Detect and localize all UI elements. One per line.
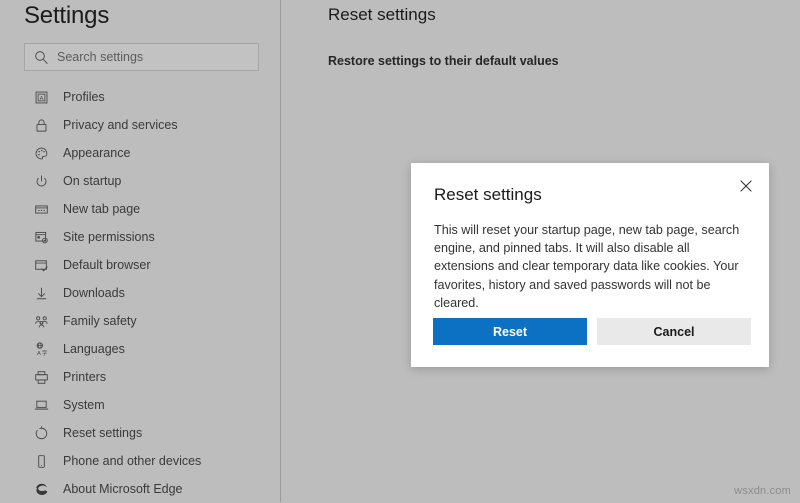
search-placeholder-text: Search settings — [57, 49, 144, 64]
download-arrow-icon — [33, 285, 50, 302]
sidebar-item-label: On startup — [63, 173, 122, 188]
sidebar-item-label: Family safety — [63, 313, 137, 328]
main-page-title: Reset settings — [328, 5, 436, 24]
sidebar-item-site-permissions[interactable]: Site permissions — [0, 223, 281, 251]
svg-text:A: A — [37, 351, 41, 357]
settings-nav-list: A Profiles Privacy and services Appearan… — [0, 83, 281, 503]
sidebar-item-label: Site permissions — [63, 229, 155, 244]
sidebar-item-reset-settings[interactable]: Reset settings — [0, 419, 281, 447]
dialog-body-text: This will reset your startup page, new t… — [434, 223, 740, 310]
sidebar-item-family-safety[interactable]: Family safety — [0, 307, 281, 335]
power-icon — [33, 173, 50, 190]
sidebar-item-appearance[interactable]: Appearance — [0, 139, 281, 167]
phone-icon — [33, 453, 50, 470]
sidebar-item-label: Printers — [63, 369, 107, 384]
search-input[interactable]: Search settings — [24, 43, 259, 71]
sidebar-item-default-browser[interactable]: Default browser — [0, 251, 281, 279]
sidebar-item-profiles[interactable]: A Profiles — [0, 83, 281, 111]
settings-sidebar: Settings Search settings A Profiles Priv… — [0, 0, 281, 502]
watermark-text: wsxdn.com — [734, 485, 791, 497]
lock-icon — [33, 117, 50, 134]
edge-settings-window: Settings Search settings A Profiles Priv… — [0, 0, 800, 502]
edge-logo-icon — [33, 481, 50, 498]
languages-translate-icon: A 字 — [33, 341, 50, 358]
reset-circular-arrow-icon — [33, 425, 50, 442]
close-icon[interactable] — [732, 172, 760, 200]
sidebar-item-label: Profiles — [63, 89, 105, 104]
printer-icon — [33, 369, 50, 386]
sidebar-item-system[interactable]: System — [0, 391, 281, 419]
sidebar-item-on-startup[interactable]: On startup — [0, 167, 281, 195]
sidebar-item-label: New tab page — [63, 201, 141, 216]
sidebar-item-label: Appearance — [63, 145, 131, 160]
sidebar-item-label: Default browser — [63, 257, 151, 272]
sidebar-item-label: Downloads — [63, 285, 125, 300]
sidebar-item-label: About Microsoft Edge — [63, 481, 183, 496]
main-section-heading: Restore settings to their default values — [328, 54, 559, 68]
reset-button[interactable]: Reset — [433, 318, 587, 345]
browser-window-check-icon — [33, 257, 50, 274]
sidebar-item-about-microsoft-edge[interactable]: About Microsoft Edge — [0, 475, 281, 503]
cancel-button[interactable]: Cancel — [597, 318, 751, 345]
family-people-icon — [33, 313, 50, 330]
sidebar-item-phone-and-other-devices[interactable]: Phone and other devices — [0, 447, 281, 475]
sidebar-item-privacy-and-services[interactable]: Privacy and services — [0, 111, 281, 139]
svg-text:A: A — [40, 95, 44, 101]
sidebar-item-label: Privacy and services — [63, 117, 178, 132]
page-title: Settings — [24, 2, 110, 29]
dialog-action-bar: Reset Cancel — [433, 318, 751, 345]
svg-text:字: 字 — [42, 349, 48, 357]
new-tab-page-icon — [33, 201, 50, 218]
sidebar-item-label: Languages — [63, 341, 125, 356]
sidebar-item-label: Reset settings — [63, 425, 143, 440]
sidebar-item-languages[interactable]: A 字 Languages — [0, 335, 281, 363]
sidebar-item-label: System — [63, 397, 105, 412]
sidebar-item-new-tab-page[interactable]: New tab page — [0, 195, 281, 223]
sidebar-item-printers[interactable]: Printers — [0, 363, 281, 391]
sidebar-item-downloads[interactable]: Downloads — [0, 279, 281, 307]
dialog-title: Reset settings — [434, 185, 542, 204]
site-permissions-icon — [33, 229, 50, 246]
search-icon — [33, 49, 49, 65]
sidebar-item-label: Phone and other devices — [63, 453, 202, 468]
profile-card-icon: A — [33, 89, 50, 106]
palette-icon — [33, 145, 50, 162]
reset-settings-dialog: Reset settings This will reset your star… — [411, 163, 769, 367]
laptop-icon — [33, 397, 50, 414]
